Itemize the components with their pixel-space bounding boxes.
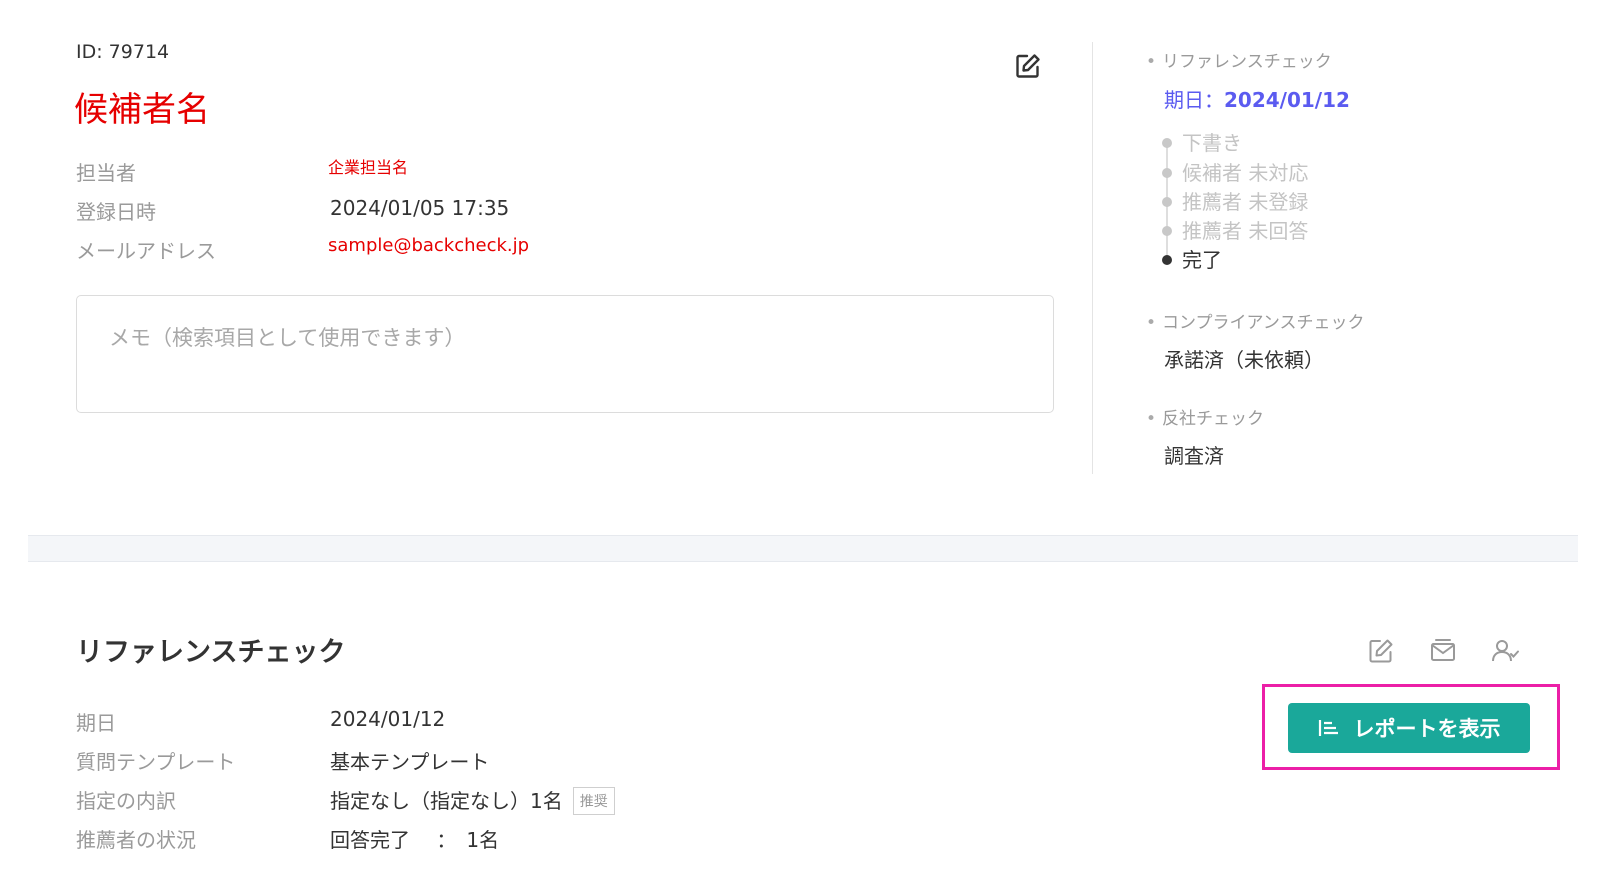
memo-input[interactable]: メモ（検索項目として使用できます）	[76, 295, 1054, 413]
step-dot	[1162, 225, 1172, 236]
report-list-icon	[1318, 720, 1338, 736]
edit-icon[interactable]	[1366, 636, 1396, 666]
mail-icon[interactable]	[1428, 636, 1458, 666]
candidate-id: ID: 79714	[76, 41, 170, 63]
reference-status-title: リファレンスチェック	[1146, 47, 1332, 72]
user-check-icon[interactable]	[1490, 636, 1520, 666]
step-referee-unanswered: 推薦者 未回答	[1162, 215, 1308, 244]
template-value: 基本テンプレート	[330, 750, 490, 774]
step-dot	[1162, 196, 1172, 207]
due-value: 2024/01/12	[330, 707, 446, 731]
reference-section-title: リファレンスチェック	[76, 637, 346, 668]
due-label: 期日	[76, 711, 116, 735]
step-dot	[1162, 167, 1172, 178]
antisocial-title: 反社チェック	[1146, 404, 1264, 429]
view-report-button[interactable]: レポートを表示	[1288, 703, 1530, 753]
step-complete: 完了	[1162, 244, 1222, 273]
designation-text: 指定なし（指定なし）1名	[330, 789, 563, 813]
section-divider-band	[28, 535, 1578, 562]
step-dot	[1162, 137, 1172, 148]
edit-icon[interactable]	[1014, 52, 1042, 80]
email-value[interactable]: sample@backcheck.jp	[328, 235, 529, 256]
view-report-label: レポートを表示	[1353, 717, 1501, 741]
reference-due-date: 2024/01/12	[1224, 88, 1350, 112]
designation-label: 指定の内訳	[76, 789, 176, 813]
referee-status-value: 回答完了 ： 1名	[330, 828, 500, 852]
step-dot	[1162, 254, 1172, 265]
registered-value: 2024/01/05 17:35	[330, 196, 510, 220]
step-candidate-pending: 候補者 未対応	[1162, 157, 1308, 186]
candidate-name: 候補者名	[74, 90, 210, 130]
compliance-value: 承諾済（未依頼）	[1164, 348, 1324, 372]
referee-status-label: 推薦者の状況	[76, 828, 196, 852]
email-label: メールアドレス	[76, 239, 216, 263]
recommended-badge: 推奨	[572, 786, 615, 815]
owner-label: 担当者	[76, 161, 136, 185]
candidate-overview: ID: 79714 候補者名 担当者 企業担当名 登録日時 2024/01/05…	[0, 0, 1600, 530]
template-label: 質問テンプレート	[76, 750, 236, 774]
step-draft: 下書き	[1162, 127, 1242, 156]
reference-due-label: 期日：	[1164, 88, 1224, 112]
antisocial-value: 調査済	[1164, 444, 1224, 468]
compliance-title: コンプライアンスチェック	[1146, 308, 1364, 333]
vertical-divider	[1092, 42, 1093, 474]
owner-value: 企業担当名	[328, 158, 409, 177]
reference-due: 期日：2024/01/12	[1164, 84, 1350, 113]
registered-label: 登録日時	[76, 200, 156, 224]
designation-value: 指定なし（指定なし）1名 推奨	[330, 785, 615, 817]
step-referee-unregistered: 推薦者 未登録	[1162, 186, 1308, 215]
